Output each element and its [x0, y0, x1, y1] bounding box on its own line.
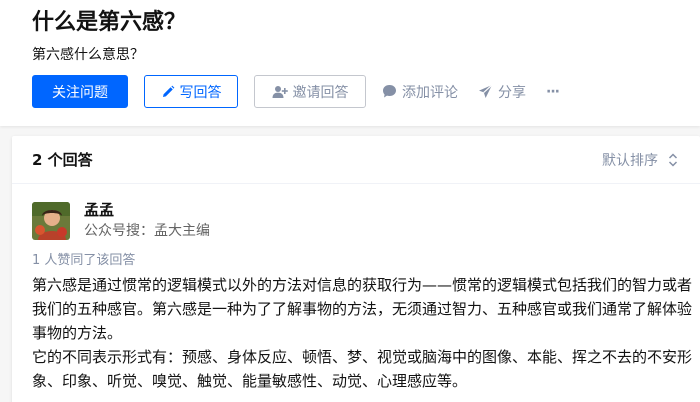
comment-icon	[383, 85, 396, 98]
add-comment-label: 添加评论	[402, 84, 458, 101]
question-description: 第六感什么意思？	[32, 47, 144, 63]
write-answer-label: 写回答	[179, 84, 222, 101]
answers-header: 2 个回答 默认排序	[12, 136, 700, 184]
write-answer-button[interactable]: 写回答	[144, 75, 238, 108]
avatar-image	[32, 202, 70, 240]
question-title[interactable]: 什么是第六感？	[32, 6, 186, 40]
invite-answer-label: 邀请回答	[292, 84, 349, 101]
share-icon	[479, 84, 493, 98]
answer-count: 2 个回答	[32, 151, 93, 169]
answers-card: 2 个回答 默认排序 孟孟 公众号搜：孟大主编 1 人赞同了该回答 第六感是通过…	[12, 136, 700, 402]
add-user-icon	[272, 85, 288, 98]
author-avatar[interactable]	[32, 202, 70, 240]
sort-selector[interactable]: 默认排序	[602, 149, 678, 171]
pencil-icon	[162, 85, 174, 97]
answer-paragraph: 它的不同表示形式有：预感、身体反应、顿悟、梦、视觉或脑海中的图像、本能、挥之不去…	[32, 348, 693, 390]
more-options-button[interactable]: ···	[546, 75, 560, 108]
follow-question-label: 关注问题	[52, 84, 108, 101]
sort-label: 默认排序	[602, 153, 658, 169]
invite-answer-button[interactable]: 邀请回答	[254, 75, 366, 108]
answer-paragraph: 第六感是通过惯常的逻辑模式以外的方法对信息的获取行为——惯常的逻辑模式包括我们的…	[32, 276, 693, 342]
author-name[interactable]: 孟孟	[84, 200, 114, 220]
share-label: 分享	[498, 84, 526, 101]
author-bio: 公众号搜：孟大主编	[84, 223, 210, 239]
question-header: 什么是第六感？ 第六感什么意思？ 关注问题 写回答 邀请回答 添加评论 分享 ·…	[0, 0, 700, 126]
answer-content: 第六感是通过惯常的逻辑模式以外的方法对信息的获取行为——惯常的逻辑模式包括我们的…	[32, 273, 694, 393]
sort-chevron-icon	[668, 153, 678, 167]
more-icon: ···	[546, 83, 560, 100]
add-comment-button[interactable]: 添加评论	[382, 75, 458, 108]
vote-count: 1 人赞同了该回答	[32, 253, 136, 268]
follow-question-button[interactable]: 关注问题	[32, 75, 128, 108]
share-button[interactable]: 分享	[478, 75, 526, 108]
